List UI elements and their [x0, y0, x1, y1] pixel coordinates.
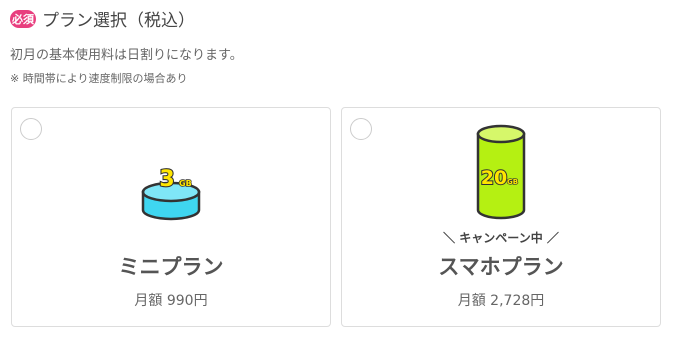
description-text: 初月の基本使用料は日割りになります。: [10, 48, 243, 63]
plan-card-mini[interactable]: 3 GB ミニプラン 月額 990円: [11, 107, 331, 327]
required-badge: 必須: [10, 9, 36, 28]
plan-card-sumaho[interactable]: 20 GB ＼ キャンペーン中 ／ スマホプラン 月額 2,728円: [341, 107, 661, 327]
plan-price: 月額 2,728円: [457, 293, 545, 309]
radio-sumaho-plan[interactable]: [350, 118, 372, 140]
speed-note: ※ 時間帯により速度制限の場合あり: [10, 72, 188, 85]
data-unit-label: GB: [179, 179, 192, 188]
data-amount-label: 3: [159, 167, 174, 192]
data-amount-label: 20: [481, 167, 507, 189]
plan-name: ミニプラン: [118, 255, 224, 279]
section-title: プラン選択（税込）: [42, 11, 195, 31]
radio-mini-plan[interactable]: [20, 118, 42, 140]
plan-name: スマホプラン: [438, 255, 564, 279]
data-unit-label: GB: [507, 178, 518, 186]
data-20gb-icon: 20 GB: [476, 124, 526, 220]
plan-price: 月額 990円: [134, 293, 208, 309]
section-header: 必須 プラン選択（税込）: [10, 6, 195, 31]
data-3gb-icon: 3 GB: [141, 166, 201, 221]
campaign-label: ＼ キャンペーン中 ／: [443, 231, 559, 245]
